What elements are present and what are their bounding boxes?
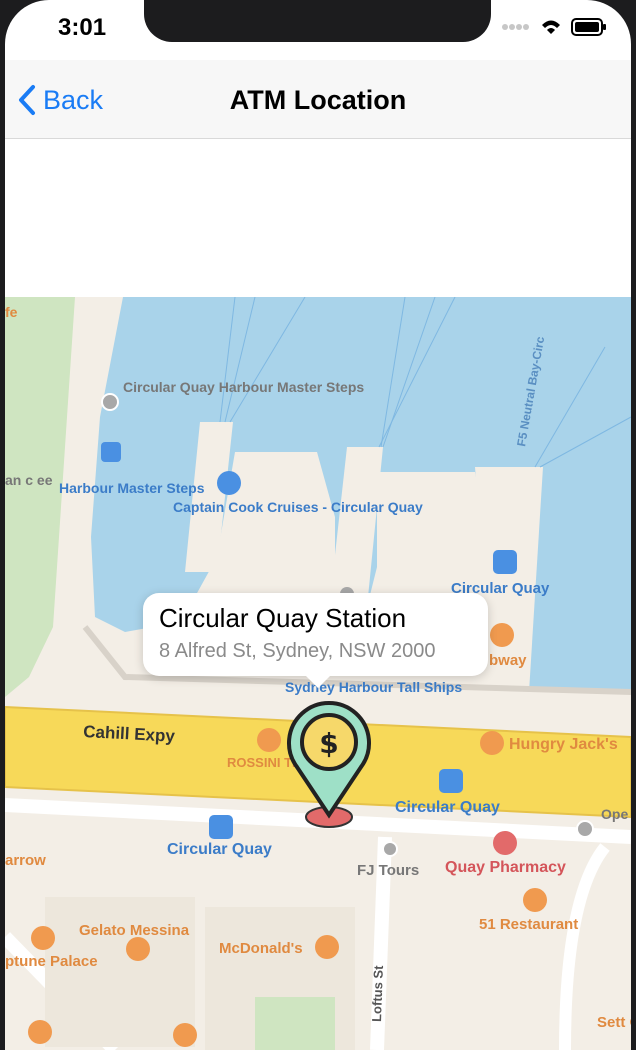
status-icons: [501, 18, 607, 36]
label-left-edge: an c ee: [5, 472, 53, 488]
park-patch: [255, 997, 335, 1050]
svg-text:$: $: [319, 727, 338, 760]
content-spacer: [5, 139, 631, 297]
callout-address: 8 Alfred St, Sydney, NSW 2000: [159, 640, 436, 662]
label-ope: Ope Con Sto: [601, 806, 631, 822]
train-icon: [439, 769, 463, 793]
building-block-1: [45, 897, 195, 1047]
fj-tours-marker: [382, 841, 398, 857]
wifi-icon: [542, 20, 560, 34]
restaurant-icon-hungry-jacks: [480, 731, 504, 755]
label-subway: bway: [489, 652, 527, 669]
restaurant-icon-subway: [490, 623, 514, 647]
label-51-restaurant: 51 Restaurant: [479, 916, 578, 933]
navigation-bar: Back ATM Location: [5, 60, 631, 139]
cellular-signal-icon: [502, 24, 529, 30]
restaurant-icon-51: [523, 888, 547, 912]
label-fj-tours: FJ Tours: [357, 862, 419, 879]
gelato-icon: [126, 937, 150, 961]
phone-screen: 3:01 Back ATM Location fe Circular Quay …: [5, 0, 631, 1050]
ferry-icon: [493, 550, 517, 574]
label-arrow: arrow: [5, 852, 46, 869]
map-view[interactable]: fe Circular Quay Harbour Master Steps Ha…: [5, 297, 631, 1050]
tram-icon: [209, 815, 233, 839]
label-mcdonalds: McDonald's: [219, 940, 303, 957]
opera-marker: [576, 820, 594, 838]
label-circular-quay-station: Circular Quay: [395, 799, 500, 816]
landmark-marker: [101, 393, 119, 411]
restaurant-icon-rossini: [257, 728, 281, 752]
label-hungry-jacks: Hungry Jack's: [509, 736, 618, 753]
label-harbour-master: Harbour Master Steps: [59, 480, 205, 496]
label-circular-quay-tram: Circular Quay: [167, 841, 272, 858]
pharmacy-icon: [493, 831, 517, 855]
label-quay-pharmacy: Quay Pharmacy: [445, 859, 566, 876]
label-loftus: Loftus St: [369, 965, 386, 1022]
status-time: 3:01: [58, 14, 107, 41]
label-gelato: Gelato Messina: [79, 922, 190, 939]
label-captain-cook: Captain Cook Cruises - Circular Quay: [173, 499, 423, 515]
label-sett: Sett Or: [597, 1014, 631, 1031]
battery-icon: [571, 18, 606, 36]
restaurant-icon-mcdonalds: [315, 935, 339, 959]
callout-title: Circular Quay Station: [159, 603, 407, 633]
page-title: ATM Location: [229, 85, 407, 115]
harbour-master-icon: [101, 442, 121, 462]
shop-icon-1: [28, 1020, 52, 1044]
label-fe: fe: [5, 304, 18, 320]
restaurant-icon-neptune: [31, 926, 55, 950]
shop-icon-2: [173, 1023, 197, 1047]
captain-cook-icon: [217, 471, 241, 495]
label-harbour-steps: Circular Quay Harbour Master Steps: [123, 379, 364, 395]
location-callout[interactable]: Circular Quay Station 8 Alfred St, Sydne…: [143, 593, 488, 688]
label-neptune: ptune Palace: [5, 953, 98, 970]
device-notch: [144, 0, 491, 42]
